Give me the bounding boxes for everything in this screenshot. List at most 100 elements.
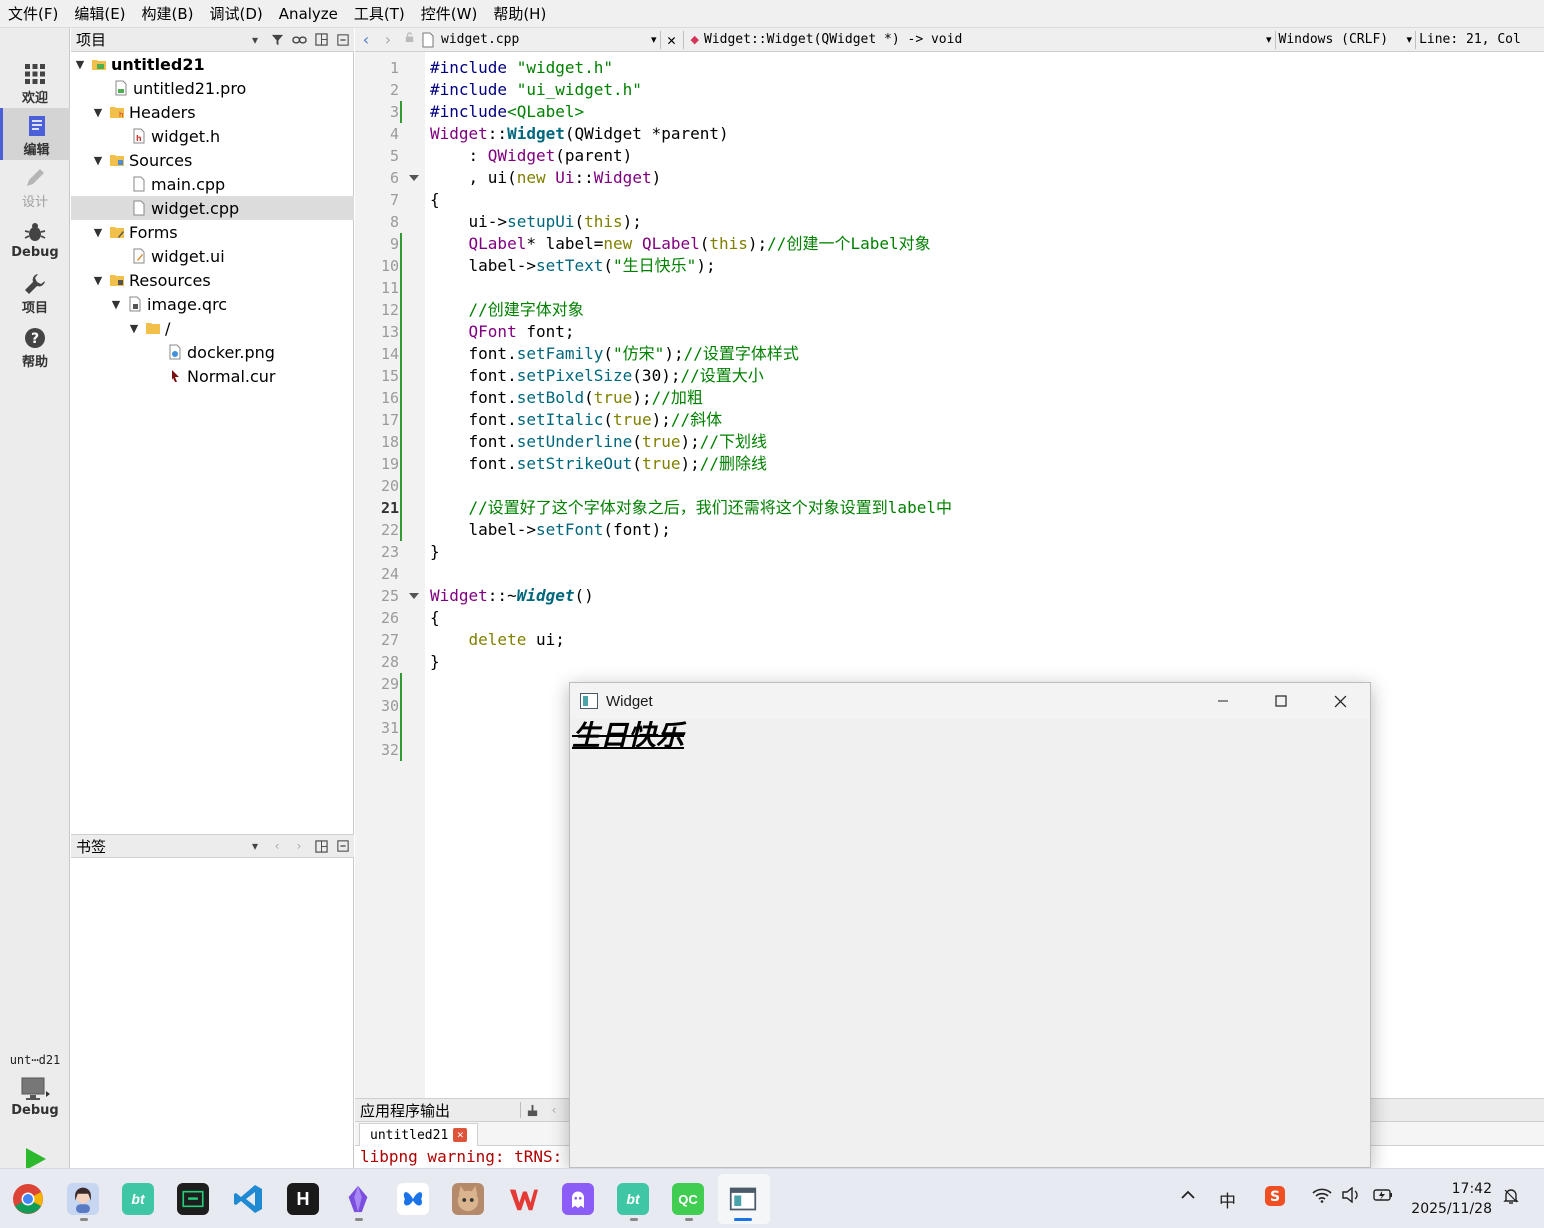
ghost-app-icon[interactable] [562,1183,594,1215]
forward-icon[interactable]: › [377,30,399,49]
mode-label: 帮助 [21,355,48,370]
chrome-icon[interactable] [12,1183,44,1215]
fold-marker-icon[interactable] [409,175,419,181]
menu-tools[interactable]: 工具(T) [346,0,413,28]
mode-projects[interactable]: 项目 [0,266,70,318]
close-document-icon[interactable]: ✕ [664,31,680,49]
mode-help[interactable]: ? 帮助 [0,320,70,372]
tree-item-project[interactable]: ▼ untitled21 [71,52,354,76]
back-icon[interactable]: ‹ [355,30,377,49]
close-pane-icon[interactable] [332,29,354,51]
tree-item-headers[interactable]: ▼ h Headers [71,100,354,124]
file-selector[interactable]: widget.cpp [441,32,651,47]
dropdown-icon[interactable]: ▾ [244,835,266,857]
ime-indicator[interactable]: 中 [1219,1187,1236,1212]
split-icon[interactable] [310,835,332,857]
fold-marker-icon[interactable] [409,593,419,599]
battery-icon[interactable] [1372,1187,1394,1208]
tree-item-resources[interactable]: ▼ Resources [71,268,354,292]
dropdown-icon[interactable]: ▾ [1266,33,1272,46]
split-icon[interactable] [310,29,332,51]
dropdown-icon[interactable]: ▾ [244,29,266,51]
maximize-button[interactable] [1252,683,1310,719]
vscode-icon[interactable] [232,1183,264,1215]
chevron-down-icon[interactable]: ▼ [91,153,105,167]
chevron-down-icon[interactable]: ▼ [91,225,105,239]
butterfly-app-icon[interactable] [397,1183,429,1215]
menu-analyze[interactable]: Analyze [271,0,346,28]
mode-debug[interactable]: Debug [0,214,70,266]
widget-title-bar[interactable]: Widget [570,683,1370,719]
chevron-down-icon[interactable]: ▼ [73,57,87,71]
wifi-icon[interactable] [1312,1187,1332,1208]
tree-item-forms[interactable]: ▼ Forms [71,220,354,244]
dropdown-icon[interactable]: ▾ [1407,33,1413,46]
bookmarks-panel-title[interactable]: 书签 [71,836,244,857]
project-panel-title[interactable]: 项目 [71,29,244,50]
tree-item-root-prefix[interactable]: ▼ / [71,316,354,340]
close-pane-icon[interactable] [332,835,354,857]
minimize-button[interactable] [1194,683,1252,719]
menu-build[interactable]: 构建(B) [134,0,202,28]
link-icon[interactable] [288,29,310,51]
code-line: font.setStrikeOut(true);//删除线 [430,454,768,473]
sogou-ime-icon[interactable]: S [1264,1185,1286,1212]
menu-controls[interactable]: 控件(W) [413,0,486,28]
widget-window[interactable]: Widget 生日快乐 [569,682,1371,1168]
close-button[interactable] [1311,683,1369,719]
cursor-position[interactable]: Line: 21, Col [1419,32,1521,47]
line-number: 27 [380,631,399,649]
chevron-down-icon[interactable]: ▼ [91,273,105,287]
close-tab-icon[interactable]: ✕ [453,1128,468,1142]
tree-item-normal-cur[interactable]: Normal.cur [71,364,354,388]
terminal-app-icon[interactable] [177,1183,209,1215]
chevron-down-icon[interactable]: ▼ [91,105,105,119]
clock-time: 17:42 [1451,1181,1492,1197]
qt-creator-icon[interactable]: QC [672,1183,704,1215]
menu-file[interactable]: 文件(F) [0,0,66,28]
menu-help[interactable]: 帮助(H) [485,0,554,28]
crystal-app-icon[interactable] [342,1183,374,1215]
tree-item-sources[interactable]: ▼ Sources [71,148,354,172]
volume-icon[interactable] [1342,1186,1362,1208]
mode-design[interactable]: 设计 [0,160,70,212]
code-line: #include<QLabel> [430,102,585,121]
tree-item-image-qrc[interactable]: ▼ image.qrc [71,292,354,316]
tree-item-docker-png[interactable]: docker.png [71,340,354,364]
cat-app-icon[interactable] [452,1183,484,1215]
output-tab[interactable]: untitled21 ✕ [359,1123,479,1146]
chevron-down-icon[interactable]: ▼ [127,321,141,335]
tree-item-pro[interactable]: untitled21.pro [71,76,354,100]
h-app-icon[interactable]: H [287,1183,319,1215]
previous-icon[interactable]: ‹ [266,835,288,857]
mode-welcome[interactable]: 欢迎 [0,56,70,108]
tree-item-main-cpp[interactable]: main.cpp [71,172,354,196]
wps-icon[interactable] [507,1183,539,1215]
kit-selector[interactable]: Debug [0,1073,70,1133]
chevron-down-icon[interactable]: ▼ [109,297,123,311]
tray-expand-icon[interactable] [1180,1187,1196,1208]
clock[interactable]: 17:42 2025/11/28 [1404,1179,1492,1219]
dropdown-icon[interactable]: ▾ [651,33,657,46]
tree-item-widget-cpp[interactable]: widget.cpp [71,196,354,220]
mode-edit[interactable]: 编辑 [0,108,70,160]
tree-item-widget-h[interactable]: h widget.h [71,124,354,148]
line-ending-selector[interactable]: Windows (CRLF) [1279,32,1407,47]
output-panel-title[interactable]: 应用程序输出 [355,1100,520,1121]
notification-icon[interactable] [1502,1187,1520,1210]
tree-item-widget-ui[interactable]: widget.ui [71,244,354,268]
menu-debug[interactable]: 调试(D) [202,0,271,28]
bt-app-icon-2[interactable]: bt [617,1183,649,1215]
symbol-selector[interactable]: Widget::Widget(QWidget *) -> void [704,32,1266,47]
widget-app-icon[interactable] [727,1183,759,1215]
menu-edit[interactable]: 编辑(E) [66,0,133,28]
filter-icon[interactable] [266,29,288,51]
next-icon[interactable]: › [288,835,310,857]
bt-app-icon[interactable]: bt [122,1183,154,1215]
kit-selector-label[interactable]: unt⋯d21 [0,1053,70,1067]
bookmarks-list[interactable] [71,858,354,1168]
previous-icon[interactable]: ‹ [543,1099,565,1121]
clean-icon[interactable] [521,1099,543,1121]
avatar-app-icon[interactable] [67,1183,99,1215]
change-marker [400,321,402,343]
